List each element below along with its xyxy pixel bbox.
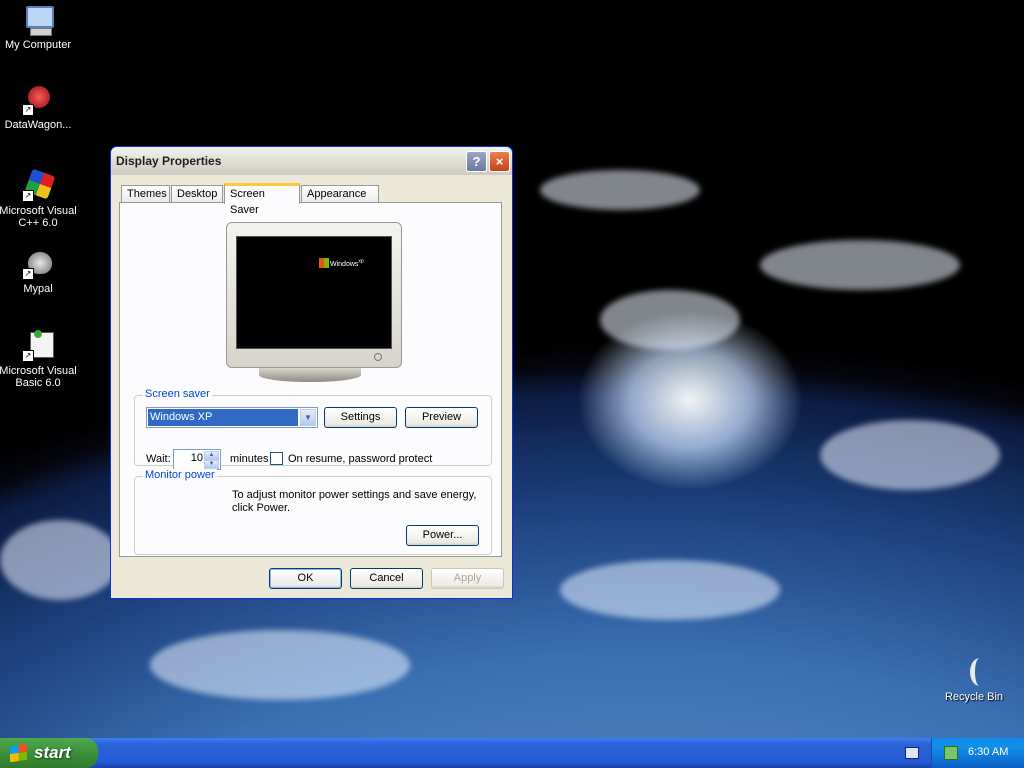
tab-label: Appearance <box>307 188 367 200</box>
shortcut-arrow-icon: ↗ <box>22 190 34 202</box>
preview-button[interactable]: Preview <box>405 407 478 428</box>
monitor-power-group-label: Monitor power <box>143 469 217 481</box>
visual-basic-icon: ↗ <box>22 330 54 362</box>
shortcut-arrow-icon: ↗ <box>22 104 34 116</box>
password-protect-label[interactable]: On resume, password protect <box>288 453 432 465</box>
desktop-icon-visual-basic[interactable]: ↗ Microsoft Visual Basic 6.0 <box>0 330 78 389</box>
desktop-icon-label: Microsoft Visual C++ 6.0 <box>0 205 77 229</box>
shortcut-arrow-icon: ↗ <box>22 268 34 280</box>
desktop-icon-label: Recycle Bin <box>944 691 1004 703</box>
monitor-power-description: To adjust monitor power settings and sav… <box>232 489 477 514</box>
help-button[interactable]: ? <box>466 151 487 172</box>
tab-screen-saver[interactable]: Screen Saver <box>224 183 300 216</box>
power-led-icon <box>374 353 382 361</box>
spin-up-icon[interactable]: ▲ <box>204 451 219 460</box>
ok-button[interactable]: OK <box>269 568 342 589</box>
desktop-icon-my-computer[interactable]: My Computer <box>0 4 78 51</box>
minutes-label: minutes <box>230 453 269 465</box>
screen-saver-group-label: Screen saver <box>143 388 212 400</box>
tab-appearance[interactable]: Appearance <box>301 185 379 202</box>
wait-label: Wait: <box>146 453 171 465</box>
desktop-icon-label: Microsoft Visual Basic 6.0 <box>0 365 77 389</box>
desktop-icon-mypal[interactable]: ↗ Mypal <box>0 248 78 295</box>
desktop-icon-recycle-bin[interactable]: Recycle Bin <box>934 656 1014 703</box>
start-button[interactable]: start <box>0 738 98 768</box>
close-button[interactable]: × <box>489 151 510 172</box>
tab-label: Desktop <box>177 188 218 200</box>
close-icon: × <box>495 154 504 169</box>
screen-saver-select[interactable]: Windows XP ▼ <box>146 407 318 428</box>
window-title: Display Properties <box>116 154 222 168</box>
system-tray: 6:30 AM <box>931 738 1024 768</box>
desktop-icon-datawagon[interactable]: ↗ DataWagon... <box>0 84 78 131</box>
windows-xp-logo: Windowsxp <box>319 256 364 268</box>
wait-minutes-spinner[interactable]: 10 ▲ ▼ <box>173 449 221 470</box>
mypal-icon: ↗ <box>22 248 54 280</box>
network-icon[interactable] <box>944 746 958 760</box>
desktop-icon-label: DataWagon... <box>4 119 72 131</box>
monitor-power-group: Monitor power To adjust monitor power se… <box>134 469 492 555</box>
help-icon: ? <box>472 154 481 169</box>
visual-cpp-icon: ↗ <box>22 168 56 202</box>
screen-saver-panel: Windowsxp Screen saver Windows XP ▼ Sett… <box>119 202 502 557</box>
cancel-button[interactable]: Cancel <box>350 568 423 589</box>
power-button[interactable]: Power... <box>406 525 479 546</box>
recycle-bin-icon <box>958 656 990 688</box>
display-properties-window: Display Properties ? × Themes Desktop Sc… <box>110 146 513 599</box>
computer-icon <box>22 4 54 36</box>
clock[interactable]: 6:30 AM <box>968 746 1008 758</box>
tab-desktop[interactable]: Desktop <box>171 185 223 202</box>
spin-down-icon[interactable]: ▼ <box>204 460 219 469</box>
title-bar[interactable]: Display Properties ? × <box>111 147 512 175</box>
desktop-icon-label: My Computer <box>4 39 72 51</box>
datawagon-icon: ↗ <box>22 84 54 116</box>
preview-logo-text: Windows <box>330 261 359 268</box>
shortcut-arrow-icon: ↗ <box>22 350 34 362</box>
windows-flag-icon <box>10 743 27 763</box>
wait-minutes-value: 10 <box>190 452 203 464</box>
chevron-down-icon[interactable]: ▼ <box>300 409 316 426</box>
preview-logo-sup: xp <box>358 258 364 265</box>
desktop-icon-visual-cpp[interactable]: ↗ Microsoft Visual C++ 6.0 <box>0 168 78 229</box>
screen-saver-group: Screen saver Windows XP ▼ Settings Previ… <box>134 388 492 470</box>
start-label: start <box>34 743 71 762</box>
password-protect-checkbox[interactable] <box>270 452 283 465</box>
monitor-preview: Windowsxp <box>226 222 402 368</box>
taskbar: start 6:30 AM <box>0 738 1024 768</box>
apply-button: Apply <box>431 568 504 589</box>
keyboard-icon[interactable] <box>905 747 919 759</box>
monitor-stand <box>259 368 361 382</box>
windows-flag-icon <box>319 258 329 268</box>
preview-screen: Windowsxp <box>236 236 392 349</box>
tab-themes[interactable]: Themes <box>121 185 170 202</box>
screen-saver-selected: Windows XP <box>148 409 298 426</box>
settings-button[interactable]: Settings <box>324 407 397 428</box>
tab-label: Themes <box>127 188 167 200</box>
desktop-icon-label: Mypal <box>23 283 53 295</box>
